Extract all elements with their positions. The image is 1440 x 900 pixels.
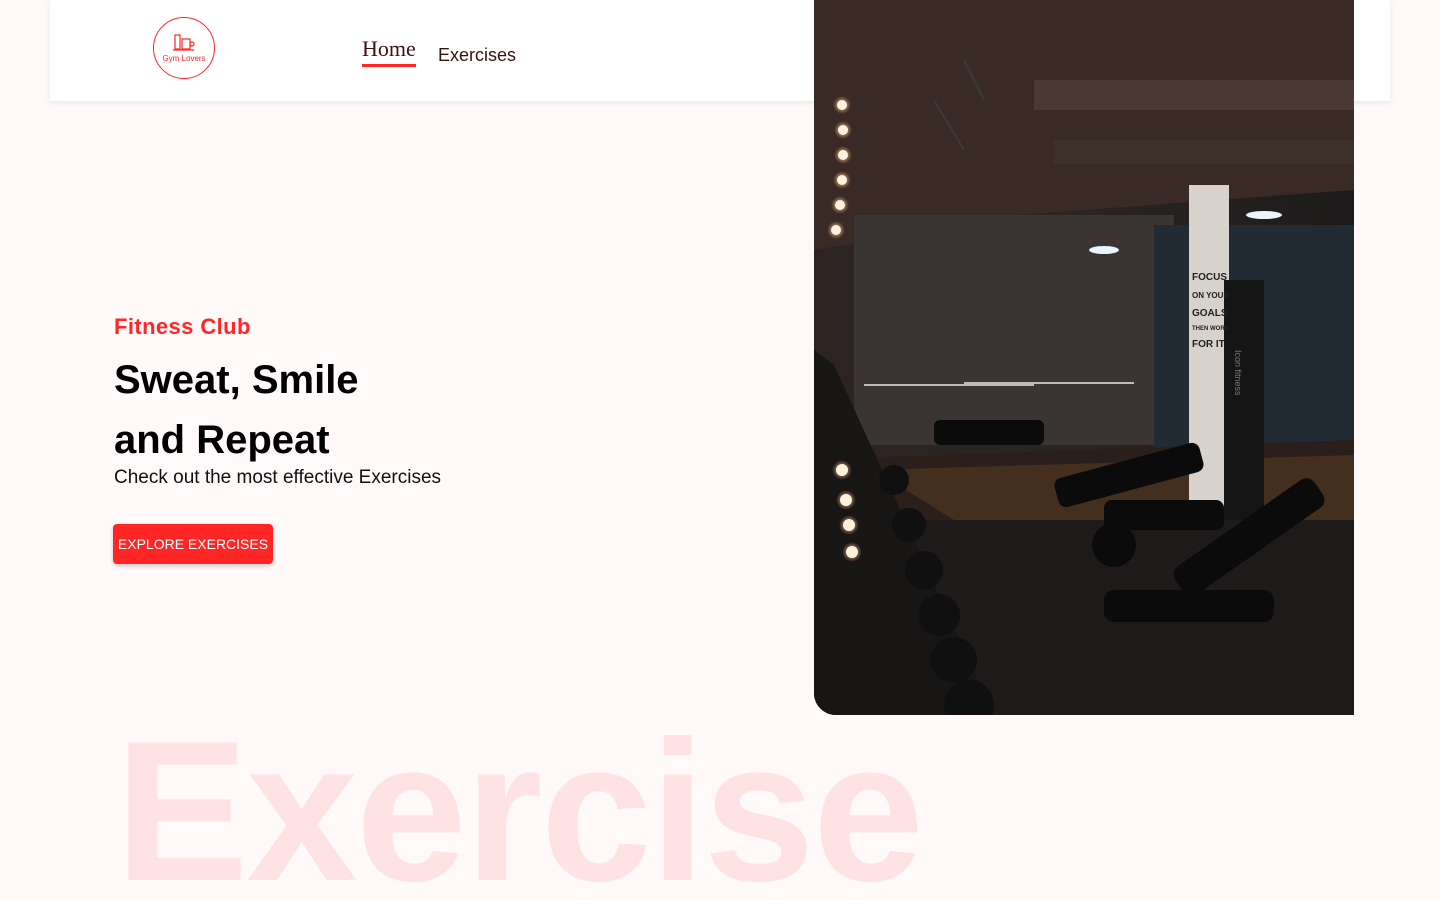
svg-text:FOR IT: FOR IT <box>1192 339 1225 350</box>
hero-subtitle: Fitness Club <box>114 314 251 339</box>
logo-text: Gym Lovers <box>162 54 206 63</box>
svg-text:THEN WORK: THEN WORK <box>1192 326 1230 332</box>
hero-headline-line2: and Repeat <box>114 418 330 462</box>
hero-banner-image: FOCUS ON YOUR GOALS THEN WORK FOR IT Ico… <box>814 0 1354 715</box>
gym-machine-icon <box>173 34 195 51</box>
svg-text:ON YOUR: ON YOUR <box>1192 291 1229 300</box>
svg-text:FOCUS: FOCUS <box>1192 272 1227 283</box>
svg-text:GOALS: GOALS <box>1192 308 1228 319</box>
watermark-text: Exercise <box>115 700 924 900</box>
svg-text:Icon fitness: Icon fitness <box>1233 350 1243 396</box>
hero-description: Check out the most effective Exercises <box>114 467 442 488</box>
logo[interactable]: Gym Lovers <box>153 17 215 79</box>
nav-link-home[interactable]: Home <box>362 36 416 67</box>
hero-headline: Sweat, Smile and Repeat <box>114 350 359 470</box>
nav-link-exercises[interactable]: Exercises <box>438 45 516 66</box>
explore-exercises-button[interactable]: EXPLORE EXERCISES <box>113 524 273 564</box>
hero-headline-line1: Sweat, Smile <box>114 358 359 402</box>
